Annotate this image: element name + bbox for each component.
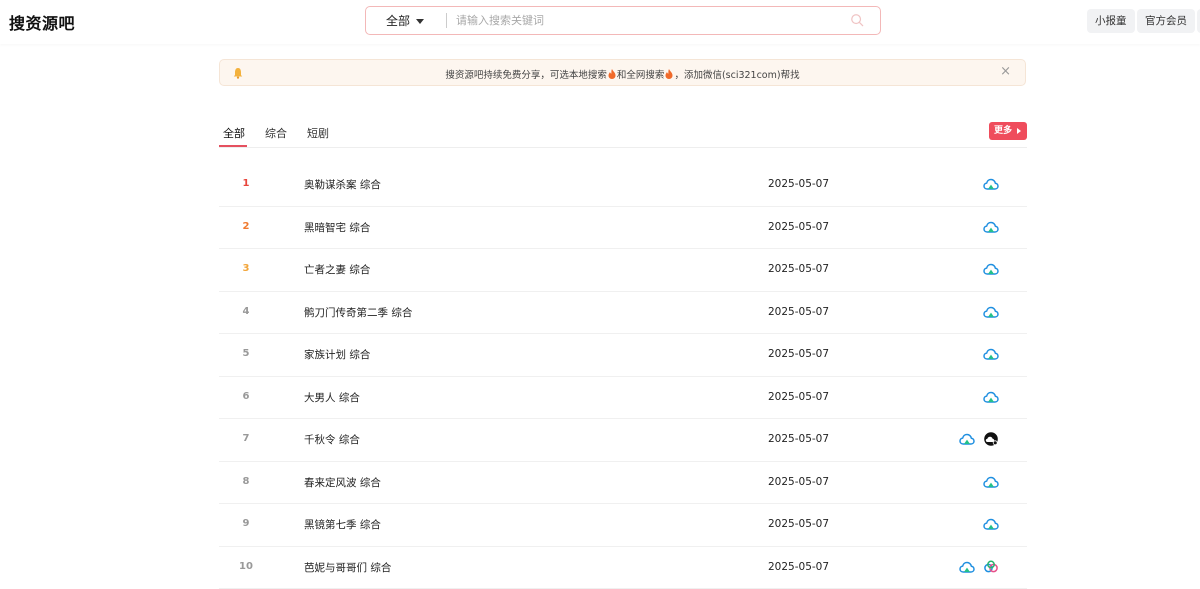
resource-title[interactable]: 春来定风波 综合 — [304, 475, 381, 490]
resource-title[interactable]: 芭妮与哥哥们 综合 — [304, 560, 391, 575]
resource-links — [959, 431, 999, 447]
resource-date: 2025-05-07 — [768, 560, 830, 573]
resource-title[interactable]: 奥勒谋杀案 综合 — [304, 177, 381, 192]
search-type-select[interactable]: 全部 — [386, 12, 425, 29]
rank-number: 2 — [242, 220, 250, 232]
resource-title[interactable]: 鹘刀门传奇第二季 综合 — [304, 305, 412, 320]
resource-links — [983, 219, 999, 235]
list-item[interactable]: 7 千秋令 综合 2025-05-07 — [219, 419, 1027, 462]
resource-links — [983, 176, 999, 192]
resource-date: 2025-05-07 — [768, 220, 830, 233]
notice-text-part3: ，添加微信(sci321com)帮找 — [674, 70, 800, 81]
rank-number: 6 — [242, 390, 250, 402]
search-icon[interactable] — [850, 13, 864, 27]
resource-title[interactable]: 黑暗智宅 综合 — [304, 220, 370, 235]
more-button[interactable]: 更多 — [989, 122, 1027, 140]
close-icon[interactable]: × — [1000, 64, 1011, 80]
caret-down-icon — [416, 18, 425, 24]
resource-links — [983, 389, 999, 405]
search-bar: 全部 — [365, 6, 881, 35]
cloud-icon[interactable] — [983, 516, 999, 532]
colorful-cloud-icon[interactable] — [983, 559, 999, 575]
resource-list: 1 奥勒谋杀案 综合 2025-05-07 2 黑暗智宅 综合 2025-05-… — [219, 164, 1027, 589]
notice-banner: 搜资源吧持续免费分享，可选本地搜索 和全网搜索 ，添加微信(sci321com)帮找… — [219, 59, 1026, 86]
tab-all[interactable]: 全部 — [223, 125, 245, 141]
list-item[interactable]: 4 鹘刀门传奇第二季 综合 2025-05-07 — [219, 292, 1027, 334]
resource-title[interactable]: 亡者之妻 综合 — [304, 262, 370, 277]
cloud-icon[interactable] — [983, 261, 999, 277]
black-cloud-icon[interactable] — [983, 431, 999, 447]
list-item[interactable]: 8 春来定风波 综合 2025-05-07 — [219, 462, 1027, 504]
resource-title[interactable]: 千秋令 综合 — [304, 432, 360, 447]
category-tabs: 全部 综合 短剧 更多 — [219, 118, 1027, 148]
resource-links — [983, 304, 999, 320]
resource-links — [983, 261, 999, 277]
resource-links — [959, 559, 999, 575]
rank-number: 4 — [242, 305, 250, 317]
cloud-icon[interactable] — [983, 176, 999, 192]
list-item[interactable]: 9 黑镜第七季 综合 2025-05-07 — [219, 504, 1027, 547]
rank-number: 3 — [242, 263, 250, 274]
search-input[interactable] — [456, 11, 836, 29]
resource-title[interactable]: 黑镜第七季 综合 — [304, 517, 381, 532]
notice-text-part1: 搜资源吧持续免费分享，可选本地搜索 — [445, 70, 607, 81]
resource-date: 2025-05-07 — [768, 433, 830, 445]
cloud-icon[interactable] — [983, 474, 999, 490]
fire-icon — [608, 69, 616, 79]
cloud-icon[interactable] — [983, 346, 999, 362]
cloud-icon[interactable] — [959, 559, 975, 575]
rank-number: 1 — [242, 178, 250, 189]
list-item[interactable]: 2 黑暗智宅 综合 2025-05-07 — [219, 207, 1027, 249]
rank-number: 5 — [242, 348, 250, 359]
xiaobaotong-button[interactable]: 小报童 — [1087, 9, 1135, 33]
resource-date: 2025-05-07 — [768, 305, 830, 318]
cloud-icon[interactable] — [983, 304, 999, 320]
header: 搜资源吧 全部 小报童 官方会员 — [0, 0, 1200, 44]
list-item[interactable]: 1 奥勒谋杀案 综合 2025-05-07 — [219, 164, 1027, 207]
search-divider — [446, 13, 447, 28]
list-item[interactable]: 3 亡者之妻 综合 2025-05-07 — [219, 249, 1027, 292]
cloud-icon[interactable] — [959, 431, 975, 447]
resource-links — [983, 346, 999, 362]
official-member-button[interactable]: 官方会员 — [1137, 9, 1195, 33]
resource-date: 2025-05-07 — [768, 348, 830, 360]
resource-links — [983, 474, 999, 490]
cloud-icon[interactable] — [983, 389, 999, 405]
fire-icon — [665, 69, 673, 79]
list-item[interactable]: 5 家族计划 综合 2025-05-07 — [219, 334, 1027, 377]
list-item[interactable]: 6 大男人 综合 2025-05-07 — [219, 377, 1027, 419]
caret-right-icon — [1017, 128, 1021, 134]
search-type-label: 全部 — [386, 14, 411, 28]
resource-date: 2025-05-07 — [768, 178, 830, 190]
notice-text: 搜资源吧持续免费分享，可选本地搜索 和全网搜索 ，添加微信(sci321com)帮找 — [220, 67, 1025, 81]
site-logo[interactable]: 搜资源吧 — [9, 10, 75, 34]
rank-number: 7 — [242, 433, 250, 444]
resource-date: 2025-05-07 — [768, 263, 830, 275]
tab-short-drama[interactable]: 短剧 — [307, 125, 329, 141]
tab-general[interactable]: 综合 — [265, 125, 287, 141]
rank-number: 10 — [239, 560, 253, 572]
resource-date: 2025-05-07 — [768, 518, 830, 530]
rank-number: 9 — [242, 518, 250, 529]
notice-text-part2: 和全网搜索 — [616, 70, 665, 81]
cloud-icon[interactable] — [983, 219, 999, 235]
resource-title[interactable]: 大男人 综合 — [304, 390, 360, 405]
resource-date: 2025-05-07 — [768, 390, 830, 403]
active-tab-indicator — [219, 145, 247, 147]
rank-number: 8 — [242, 475, 250, 487]
resource-title[interactable]: 家族计划 综合 — [304, 347, 370, 362]
resource-links — [983, 516, 999, 532]
resource-date: 2025-05-07 — [768, 475, 830, 488]
more-button-label: 更多 — [994, 126, 1013, 136]
list-item[interactable]: 10 芭妮与哥哥们 综合 2025-05-07 — [219, 547, 1027, 589]
